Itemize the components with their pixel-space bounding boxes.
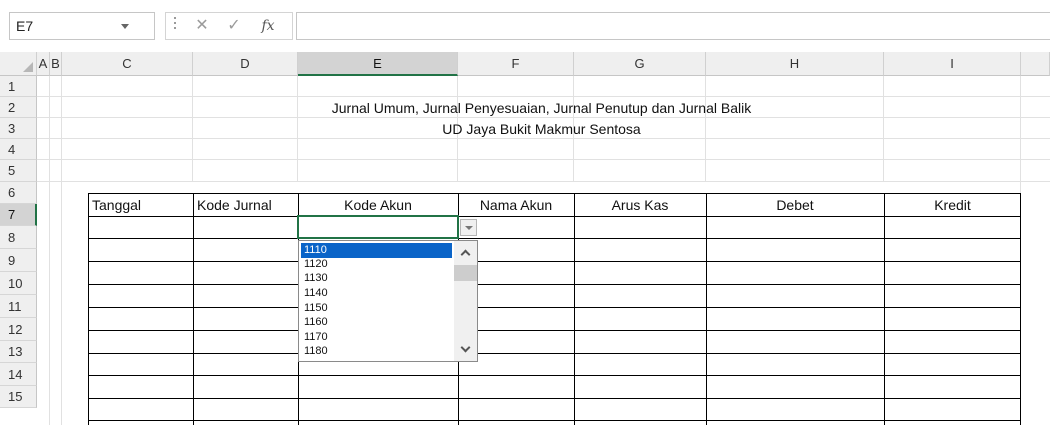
table-border: [884, 193, 885, 425]
table-border: [88, 375, 1021, 376]
column-header-c[interactable]: C: [62, 52, 193, 76]
table-border: [193, 193, 194, 425]
cell-dropdown-button[interactable]: [460, 219, 477, 236]
table-border: [88, 307, 1021, 308]
row-header-2[interactable]: 2: [0, 97, 37, 118]
check-icon[interactable]: ✓: [224, 16, 244, 36]
table-border: [88, 284, 1021, 285]
scrollbar-thumb[interactable]: [454, 265, 477, 281]
header-tanggal: Tanggal: [92, 197, 142, 213]
name-box[interactable]: E7: [9, 12, 155, 40]
row-header-7[interactable]: 7: [0, 204, 37, 226]
dropdown-option-1160[interactable]: 1160: [301, 315, 452, 330]
table-border: [706, 193, 707, 425]
formula-bar: E7 ✕ ✓ fx: [0, 0, 1050, 52]
dropdown-option-1180[interactable]: 1180: [301, 344, 452, 359]
chevron-up-icon[interactable]: [460, 249, 471, 260]
sheet-subtitle: UD Jaya Bukit Makmur Sentosa: [442, 121, 641, 137]
row-header-1[interactable]: 1: [0, 76, 37, 97]
column-header-j[interactable]: [1021, 52, 1050, 76]
gridline: [37, 159, 1050, 160]
gridline: [37, 181, 1050, 182]
validation-dropdown-list[interactable]: 1110 1120 1130 1140 1150 1160 1170 1180: [298, 240, 478, 362]
table-border: [88, 398, 1021, 399]
gridline: [37, 117, 1050, 118]
dropdown-option-1120[interactable]: 1120: [301, 257, 452, 272]
row-header-9[interactable]: 9: [0, 249, 37, 272]
row-header-3[interactable]: 3: [0, 118, 37, 139]
column-header-d[interactable]: D: [193, 52, 298, 76]
dropdown-option-1130[interactable]: 1130: [301, 271, 452, 286]
column-header-i[interactable]: I: [884, 52, 1021, 76]
drag-handle-icon[interactable]: [174, 17, 177, 33]
table-border: [88, 238, 1021, 239]
chevron-down-icon: [465, 226, 473, 230]
header-kredit: Kredit: [934, 197, 971, 213]
dropdown-option-1140[interactable]: 1140: [301, 286, 452, 301]
header-nama-akun: Nama Akun: [479, 197, 553, 213]
formula-buttons: ✕ ✓ fx: [165, 12, 293, 40]
row-header-5[interactable]: 5: [0, 160, 37, 182]
row-header-10[interactable]: 10: [0, 272, 37, 295]
column-header-g[interactable]: G: [574, 52, 706, 76]
table-border: [88, 193, 1021, 194]
gridline: [37, 96, 1050, 97]
table-border: [1020, 193, 1021, 425]
row-header-8[interactable]: 8: [0, 226, 37, 249]
formula-input[interactable]: [296, 12, 1050, 40]
table-border: [574, 193, 575, 425]
table-border: [88, 261, 1021, 262]
active-cell-e7[interactable]: [297, 215, 459, 239]
table-border: [88, 330, 1021, 331]
column-header-h[interactable]: H: [706, 52, 884, 76]
gridline: [49, 76, 50, 425]
row-header-13[interactable]: 13: [0, 341, 37, 363]
select-all-icon: [23, 62, 33, 72]
row-header-6[interactable]: 6: [0, 182, 37, 204]
header-debet: Debet: [776, 197, 814, 213]
header-arus-kas: Arus Kas: [611, 197, 669, 213]
row-header-11[interactable]: 11: [0, 295, 37, 318]
select-all-corner[interactable]: [0, 52, 37, 76]
gridline: [37, 138, 1050, 139]
column-header-b[interactable]: B: [50, 52, 62, 76]
table-border: [88, 420, 1021, 421]
dropdown-option-1170[interactable]: 1170: [301, 330, 452, 345]
dropdown-option-1110[interactable]: 1110: [301, 243, 452, 258]
close-icon[interactable]: ✕: [192, 16, 212, 36]
sheet-title: Jurnal Umum, Jurnal Penyesuaian, Jurnal …: [331, 100, 752, 116]
name-box-value: E7: [16, 18, 34, 34]
column-header-e[interactable]: E: [298, 52, 458, 76]
fx-icon[interactable]: fx: [258, 16, 278, 36]
column-header-f[interactable]: F: [458, 52, 574, 76]
header-kode-akun: Kode Akun: [344, 197, 412, 213]
table-border: [88, 193, 89, 425]
chevron-down-icon[interactable]: [121, 24, 129, 29]
table-border: [88, 216, 1021, 217]
header-kode-jurnal: Kode Jurnal: [197, 197, 272, 213]
row-header-15[interactable]: 15: [0, 386, 37, 408]
table-border: [88, 353, 1021, 354]
dropdown-scrollbar[interactable]: [454, 241, 477, 361]
row-header-14[interactable]: 14: [0, 363, 37, 386]
dropdown-option-1150[interactable]: 1150: [301, 301, 452, 316]
row-header-4[interactable]: 4: [0, 139, 37, 160]
row-header-12[interactable]: 12: [0, 318, 37, 341]
chevron-down-icon[interactable]: [460, 342, 471, 353]
column-header-a[interactable]: A: [37, 52, 50, 76]
